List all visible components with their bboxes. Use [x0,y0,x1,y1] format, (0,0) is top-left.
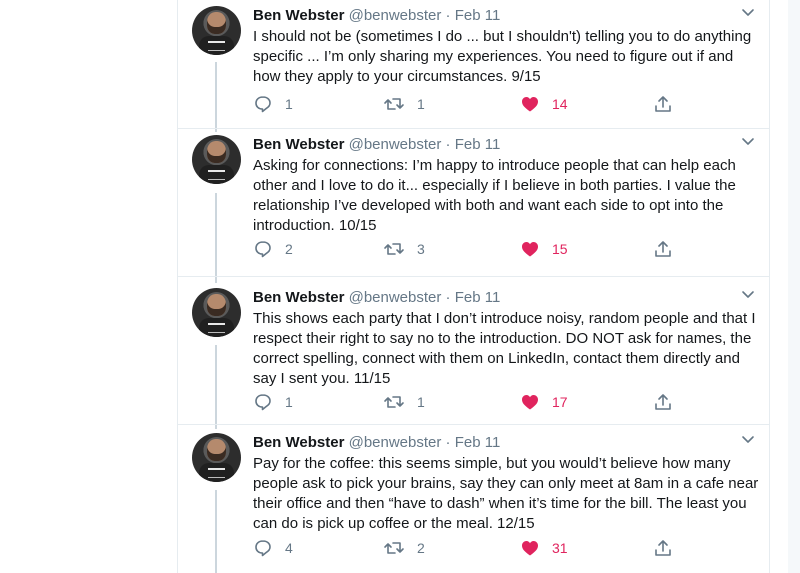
heart-icon [522,242,538,257]
reply-count: 4 [285,540,293,556]
reply-icon [255,96,271,113]
like-count: 14 [552,96,568,112]
avatar[interactable] [192,433,241,482]
like-button[interactable]: 31 [520,536,568,560]
author-name[interactable]: Ben Webster [253,289,344,306]
heart-icon [522,541,538,556]
retweet-icon [384,542,404,554]
tweet-date[interactable]: Feb 11 [455,289,501,306]
heart-icon [522,395,538,410]
tweet-header: Ben Webster @benwebster · Feb 11 [253,135,500,155]
author-handle[interactable]: @benwebster [349,289,442,306]
reply-count: 1 [285,394,293,410]
reply-icon [255,394,271,411]
reply-count: 2 [285,241,293,257]
reply-icon [255,540,271,557]
reply-button[interactable]: 1 [253,390,293,414]
author-name[interactable]: Ben Webster [253,7,344,24]
retweet-icon [384,396,404,408]
tweet-header: Ben Webster @benwebster · Feb 11 [253,6,500,26]
separator: · [445,7,451,24]
like-count: 15 [552,241,568,257]
tweet[interactable]: Ben Webster @benwebster · Feb 11 I shoul… [178,0,769,129]
tweet-date[interactable]: Feb 11 [455,136,501,153]
retweet-button[interactable]: 1 [383,92,425,116]
retweet-icon [384,98,404,110]
chevron-down-icon[interactable] [738,286,758,304]
tweet-actions: 1 1 14 [253,92,753,116]
avatar[interactable] [192,135,241,184]
share-button[interactable] [653,390,673,414]
avatar[interactable] [192,288,241,337]
reply-count: 1 [285,96,293,112]
tweet[interactable]: Ben Webster @benwebster · Feb 11 Asking … [178,129,769,277]
author-handle[interactable]: @benwebster [349,136,442,153]
chevron-down-icon[interactable] [738,133,758,151]
tweet-actions: 4 2 31 [253,536,753,560]
like-count: 17 [552,394,568,410]
tweet-actions: 1 1 17 [253,390,753,414]
tweet-text: I should not be (sometimes I do ... but … [253,28,752,85]
share-button[interactable] [653,92,673,116]
like-button[interactable]: 17 [520,390,568,414]
separator: · [445,434,451,451]
share-icon [655,96,671,112]
tweet-date[interactable]: Feb 11 [455,434,501,451]
retweet-icon [384,243,404,255]
retweet-count: 1 [417,96,425,112]
reply-button[interactable]: 1 [253,92,293,116]
heart-icon [522,97,538,112]
like-button[interactable]: 14 [520,92,568,116]
share-icon [655,540,671,556]
scrollbar-track[interactable] [788,0,800,573]
reply-icon [255,241,271,258]
avatar[interactable] [192,6,241,55]
separator: · [445,289,451,306]
tweet-actions: 2 3 15 [253,237,753,261]
tweet[interactable]: Ben Webster @benwebster · Feb 11 This sh… [178,282,769,425]
author-handle[interactable]: @benwebster [349,434,442,451]
tweet-date[interactable]: Feb 11 [455,7,501,24]
author-name[interactable]: Ben Webster [253,434,344,451]
tweet-text: Pay for the coffee: this seems simple, b… [253,455,759,532]
retweet-count: 3 [417,241,425,257]
chevron-down-icon[interactable] [738,431,758,449]
chevron-down-icon[interactable] [738,4,758,22]
author-handle[interactable]: @benwebster [349,7,442,24]
share-button[interactable] [653,237,673,261]
timeline-right-border [769,0,770,573]
tweet-text: This shows each party that I don’t intro… [253,310,756,387]
retweet-count: 1 [417,394,425,410]
tweet-text: Asking for connections: I’m happy to int… [253,157,736,234]
reply-button[interactable]: 4 [253,536,293,560]
tweet[interactable]: Ben Webster @benwebster · Feb 11 Pay for… [178,427,769,573]
retweet-button[interactable]: 3 [383,237,425,261]
retweet-button[interactable]: 1 [383,390,425,414]
share-icon [655,241,671,257]
like-count: 31 [552,540,568,556]
share-button[interactable] [653,536,673,560]
author-name[interactable]: Ben Webster [253,136,344,153]
retweet-count: 2 [417,540,425,556]
reply-button[interactable]: 2 [253,237,293,261]
share-icon [655,394,671,410]
retweet-button[interactable]: 2 [383,536,425,560]
tweet-header: Ben Webster @benwebster · Feb 11 [253,288,500,308]
tweet-header: Ben Webster @benwebster · Feb 11 [253,433,500,453]
separator: · [445,136,451,153]
like-button[interactable]: 15 [520,237,568,261]
